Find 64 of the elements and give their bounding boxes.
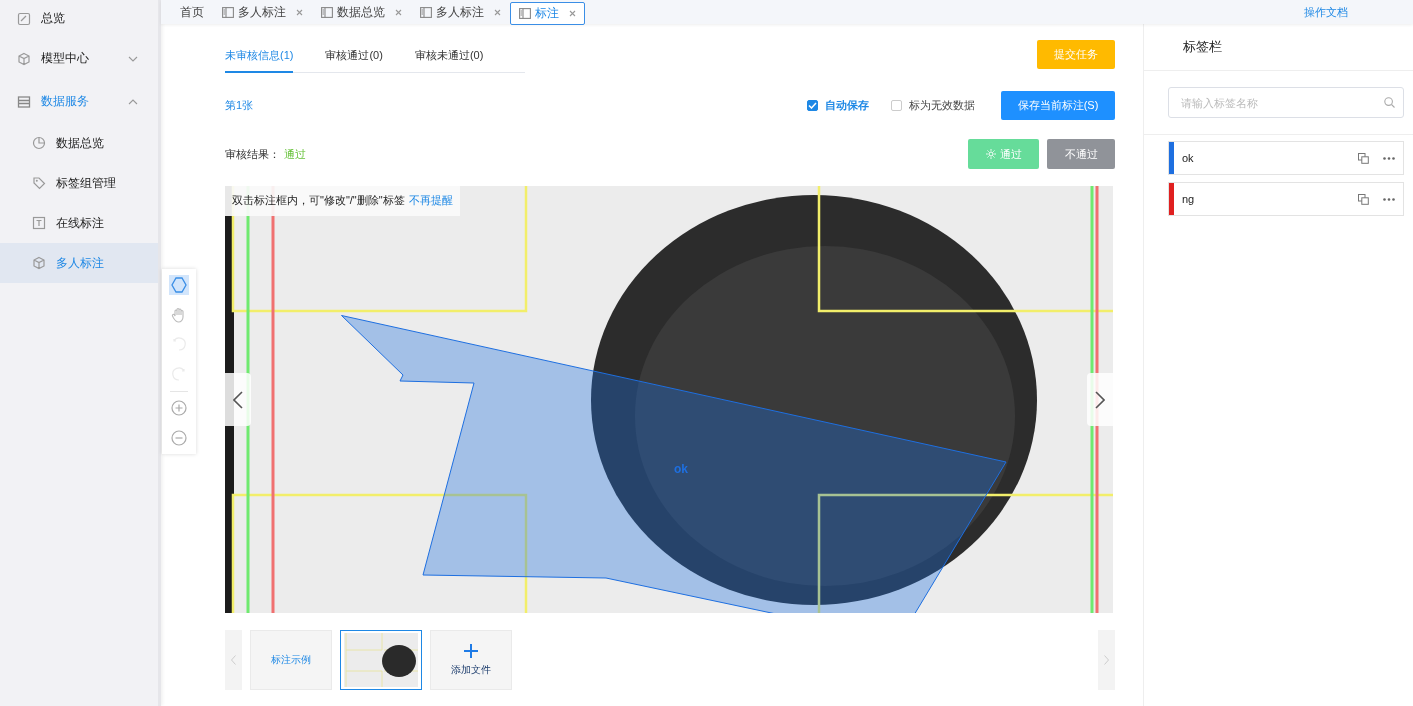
nav-item[interactable]: 总览 xyxy=(0,0,158,37)
sun-icon xyxy=(985,149,996,159)
panel-icon xyxy=(321,6,333,18)
page-tab[interactable]: 多人标注 xyxy=(213,0,312,24)
review-tab[interactable]: 未审核信息(1) xyxy=(225,48,294,73)
label-item[interactable]: ng xyxy=(1168,182,1404,216)
cube-icon xyxy=(32,256,46,270)
more-icon[interactable] xyxy=(1383,197,1395,201)
document-icon xyxy=(17,11,31,26)
checkbox[interactable] xyxy=(891,99,902,111)
label-item[interactable]: ok xyxy=(1168,141,1404,175)
page-tab[interactable]: 多人标注 xyxy=(411,0,510,24)
search-field[interactable]: 请输入标签名称 xyxy=(1168,87,1404,118)
text-icon xyxy=(32,216,46,230)
previous-button[interactable] xyxy=(225,373,251,426)
add-file-button[interactable]: 添加文件 xyxy=(430,630,512,690)
nav-item[interactable]: 在线标注 xyxy=(0,203,158,243)
docs-link[interactable]: 操作文档 xyxy=(1304,4,1348,20)
panel-title: 标签栏 xyxy=(1144,24,1413,71)
annotation-label: ok xyxy=(674,463,688,475)
chevron-left-icon xyxy=(231,655,236,665)
close-icon[interactable] xyxy=(296,8,303,16)
panel-icon xyxy=(222,6,234,18)
panel-icon xyxy=(519,7,531,19)
more-icon[interactable] xyxy=(1383,156,1395,160)
nav-item[interactable]: 模型中心 xyxy=(0,37,158,80)
panel-icon xyxy=(420,6,432,18)
hint-text: 双击标注框内，可"修改"/"删除"标签 xyxy=(232,193,405,208)
page-tab[interactable]: 首页 xyxy=(171,0,213,24)
chevron-right-icon xyxy=(1095,390,1105,409)
tag-icon xyxy=(32,176,46,190)
review-result-value: 通过 xyxy=(284,146,306,162)
hand-icon[interactable] xyxy=(171,307,187,323)
cube-icon xyxy=(17,51,31,66)
copy-icon[interactable] xyxy=(1358,152,1369,164)
search-icon xyxy=(1384,97,1395,108)
page-tab[interactable]: 标注 xyxy=(510,1,585,25)
checkbox-label: 标为无效数据 xyxy=(909,97,975,113)
close-icon[interactable] xyxy=(395,8,402,16)
plus-icon xyxy=(464,643,478,658)
nav-item[interactable]: 标签组管理 xyxy=(0,163,158,203)
database-icon xyxy=(17,94,31,109)
review-result-label: 审核结果： xyxy=(225,146,280,162)
checkbox[interactable] xyxy=(807,99,818,111)
zoom-out-icon[interactable] xyxy=(171,430,187,446)
page-tab[interactable]: 数据总览 xyxy=(312,0,411,24)
copy-icon[interactable] xyxy=(1358,193,1369,205)
dismiss-link[interactable]: 不再提醒 xyxy=(408,193,453,208)
review-tab[interactable]: 审核通过(0) xyxy=(325,48,383,73)
chevron-right-icon xyxy=(1104,655,1109,665)
close-icon[interactable] xyxy=(494,8,501,16)
close-icon[interactable] xyxy=(569,9,576,17)
label-name: ok xyxy=(1182,152,1195,164)
nav-item[interactable]: 数据总览 xyxy=(0,123,158,163)
zoom-in-icon[interactable] xyxy=(171,400,187,416)
pie-chart-icon xyxy=(32,136,46,150)
checkbox-label: 自动保存 xyxy=(825,97,869,113)
label-name: ng xyxy=(1182,193,1196,205)
example-card[interactable]: 标注示例 xyxy=(250,630,332,690)
image-index: 第1张 xyxy=(225,97,255,113)
next-button[interactable] xyxy=(1087,373,1113,426)
review-tab[interactable]: 审核未通过(0) xyxy=(414,48,484,73)
polygon-icon[interactable] xyxy=(171,277,187,293)
chevron-left-icon xyxy=(233,390,243,409)
